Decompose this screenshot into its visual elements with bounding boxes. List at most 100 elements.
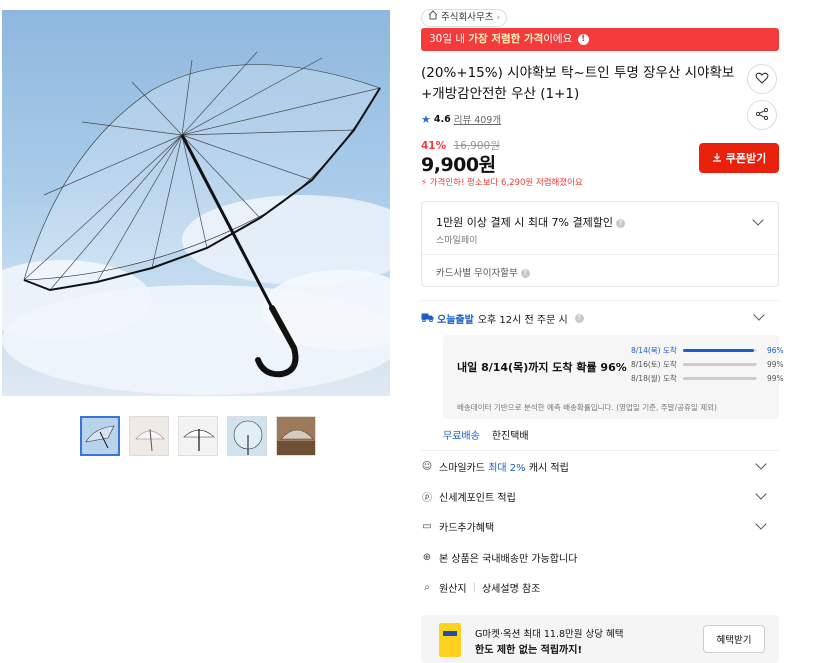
origin-separator: | — [472, 581, 476, 593]
coupon-button[interactable]: 쿠폰받기 — [699, 143, 779, 173]
carrier-info: 무료배송 한진택배 — [443, 427, 529, 442]
star-icon: ★ — [421, 112, 431, 126]
delivery-row: 8/14(목) 도착 96% — [631, 345, 784, 356]
delivery-pct: 99% — [767, 360, 784, 369]
origin-label: 원산지 — [439, 583, 467, 595]
shop-name: 주식회사무츠 — [441, 12, 494, 23]
delivery-bar-fill — [683, 363, 757, 366]
share-icon — [755, 106, 769, 125]
promo-suffix: 이에요 — [543, 33, 573, 45]
thumbnail-4[interactable] — [227, 416, 267, 456]
divider — [422, 254, 778, 255]
price-drop-note: ⚡ 가격인하! 평소보다 6,290원 저렴해졌어요 — [421, 176, 583, 188]
home-icon — [428, 10, 438, 26]
delivery-note: 배송데이터 기반으로 분석한 예측 배송확률입니다. (영업일 기준, 주말/공… — [457, 403, 717, 412]
thumbnail-5[interactable] — [276, 416, 316, 456]
delivery-bar-fill — [683, 349, 755, 352]
delivery-date: 8/16(토) 도착 — [631, 360, 677, 369]
shinsegae-text: 신세계포인트 적립 — [439, 492, 516, 504]
info-icon[interactable]: ? — [574, 314, 584, 323]
delivery-row: 8/18(월) 도착 99% — [631, 373, 784, 384]
info-icon[interactable]: ! — [577, 33, 589, 45]
heart-icon — [755, 70, 769, 89]
thumbnail-strip — [80, 416, 316, 456]
domestic-row: ⊕ 본 상품은 국내배송만 가능합니다 — [421, 545, 779, 569]
chevron-down-icon — [755, 458, 767, 470]
umbrella-illustration — [2, 51, 390, 395]
chevron-down-icon[interactable] — [752, 214, 764, 226]
download-icon — [712, 152, 722, 165]
delivery-arrival: 내일 8/14(목)까지 도착 확률 96% — [457, 361, 627, 374]
share-button[interactable] — [747, 100, 777, 130]
payment-method: 스마일페이 — [436, 236, 478, 246]
sale-price: 9,900원 — [421, 154, 496, 176]
gmarket-line2: 한도 제한 없는 적립까지! — [475, 645, 583, 656]
promo-highlight: 가장 저렴한 가격 — [468, 33, 544, 45]
info-icon[interactable]: ? — [616, 218, 625, 228]
delivery-forecast-box: 내일 8/14(목)까지 도착 확률 96% 8/14(목) 도착 96% 8/… — [443, 335, 784, 419]
chevron-down-icon[interactable] — [753, 309, 765, 321]
point-icon: ⓟ — [422, 492, 432, 504]
review-count-link[interactable]: 리뷰 409개 — [454, 112, 501, 126]
payment-benefit-box[interactable]: 1만원 이상 결제 시 최대 7% 결제할인? 스마일페이 카드사별 무이자할부… — [421, 201, 779, 287]
delivery-bar-fill — [683, 377, 757, 380]
origin-value: 상세설명 참조 — [481, 583, 541, 595]
delivery-pct: 99% — [767, 374, 784, 383]
divider — [421, 450, 779, 451]
price-drop-text: 가격인하! 평소보다 6,290원 저렴해졌어요 — [429, 178, 583, 188]
globe-icon: ⊕ — [422, 551, 432, 563]
payment-discount-text: 1만원 이상 결제 시 최대 7% 결제할인 — [436, 216, 613, 229]
gmarket-benefit-banner: G마켓·옥션 최대 11.8만원 상당 혜택 한도 제한 없는 적립까지! 혜택… — [421, 615, 779, 663]
rating-score: 4.6 — [433, 113, 451, 125]
truck-icon — [421, 312, 434, 325]
delivery-bar — [683, 363, 757, 366]
coupon-label: 쿠폰받기 — [725, 152, 767, 165]
smile-card-text: 스마일카드 최대 2% 캐시 적립 — [439, 459, 569, 474]
delivery-bar — [683, 349, 757, 352]
promo-prefix: 30일 내 — [429, 33, 469, 45]
smile-card-row[interactable]: ☺ 스마일카드 최대 2% 캐시 적립 — [421, 454, 779, 478]
origin-row: ⌕ 원산지 | 상세설명 참조 — [421, 575, 779, 599]
today-shipping-badge: 오늘출발 — [421, 311, 474, 326]
today-shipping-label: 오늘출발 — [437, 315, 474, 326]
wishlist-button[interactable] — [747, 64, 777, 94]
delivery-pct: 96% — [767, 346, 784, 355]
lowest-price-banner: 30일 내 가장 저렴한 가격이에요 ! — [421, 28, 779, 51]
get-benefit-button[interactable]: 혜택받기 — [703, 625, 765, 653]
chevron-down-icon — [755, 488, 767, 500]
search-icon: ⌕ — [424, 581, 430, 593]
payment-discount: 1만원 이상 결제 시 최대 7% 결제할인? — [436, 214, 625, 230]
domestic-text: 본 상품은 국내배송만 가능합니다 — [439, 553, 578, 565]
smile-card-highlight: 최대 2% — [488, 462, 526, 474]
delivery-date: 8/14(목) 도착 — [631, 346, 677, 355]
rating-summary: ★ 4.6 리뷰 409개 — [421, 112, 501, 127]
carrier-name: 한진택배 — [491, 431, 529, 442]
product-title: (20%+15%) 시야확보 탁~트인 투명 장우산 시야확보 +개방감안전한 … — [421, 65, 735, 102]
info-icon[interactable]: ? — [520, 269, 530, 278]
installment-info: 카드사별 무이자할부? — [436, 265, 530, 279]
smile-icon: ☺ — [421, 460, 433, 472]
divider — [421, 300, 779, 301]
delivery-bar — [683, 377, 757, 380]
smile-card-prefix: 스마일카드 — [439, 462, 489, 474]
gmarket-line1: G마켓·옥션 최대 11.8만원 상당 혜택 — [475, 629, 624, 640]
thumbnail-1[interactable] — [80, 416, 120, 456]
card-icon: ▭ — [422, 520, 432, 532]
card-extra-row[interactable]: ▭ 카드추가혜택 — [421, 514, 779, 538]
delivery-row: 8/16(토) 도착 99% — [631, 359, 784, 370]
installment-text: 카드사별 무이자할부 — [436, 268, 518, 279]
shop-link[interactable]: 주식회사무츠 › — [421, 9, 508, 27]
chevron-down-icon — [755, 518, 767, 530]
smile-card-suffix: 캐시 적립 — [525, 462, 569, 474]
price-down-icon: ⚡ — [421, 178, 427, 188]
shipping-summary[interactable]: 오늘출발 오후 12시 전 주문 시 ? — [421, 311, 584, 326]
delivery-date: 8/18(월) 도착 — [631, 374, 677, 383]
chevron-right-icon: › — [496, 13, 501, 23]
gmarket-logo — [439, 623, 461, 657]
thumbnail-3[interactable] — [178, 416, 218, 456]
card-extra-text: 카드추가혜택 — [439, 522, 495, 534]
shipping-cutoff: 오후 12시 전 주문 시 — [477, 315, 568, 326]
thumbnail-2[interactable] — [129, 416, 169, 456]
shinsegae-point-row[interactable]: ⓟ 신세계포인트 적립 — [421, 484, 779, 508]
product-main-image — [2, 10, 390, 396]
